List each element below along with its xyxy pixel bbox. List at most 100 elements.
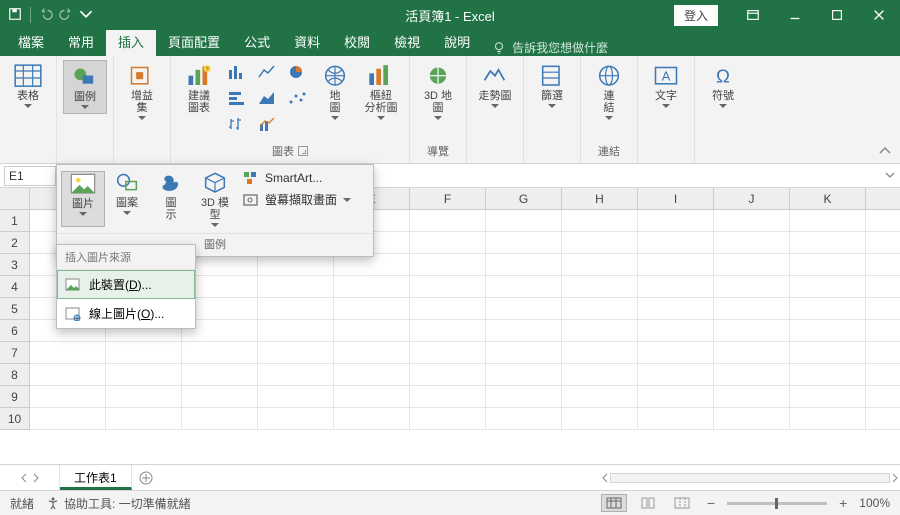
shapes-button[interactable]: 圖案 [105,171,149,227]
sheet-tab[interactable]: 工作表1 [60,465,132,490]
addins-button[interactable]: 增益 集 [120,60,164,124]
svg-text:Ω: Ω [716,66,730,87]
3d-map-button[interactable]: 3D 地 圖 [416,60,460,124]
pie-chart-icon[interactable] [283,60,311,84]
add-sheet-button[interactable] [132,465,160,490]
pivot-chart-button[interactable]: 樞紐 分析圖 [359,60,403,124]
lightbulb-icon [492,41,506,55]
symbols-button[interactable]: Ω 符號 [701,60,745,112]
sheet-prev-icon[interactable] [20,473,28,483]
this-device-menu-item[interactable]: 此裝置(D)... [57,270,195,299]
row-header[interactable]: 4 [0,276,30,298]
status-ready: 就緒 [10,495,34,512]
row-header[interactable]: 6 [0,320,30,342]
zoom-out-button[interactable]: − [703,495,719,511]
tab-pagelayout[interactable]: 頁面配置 [156,27,232,56]
col-header[interactable]: I [638,188,714,209]
col-header[interactable]: F [410,188,486,209]
chevron-down-icon [434,116,442,120]
tab-formulas[interactable]: 公式 [232,27,282,56]
tab-data[interactable]: 資料 [282,27,332,56]
3d-models-button[interactable]: 3D 模 型 [193,171,237,227]
combo-chart-icon[interactable] [253,112,281,136]
zoom-slider[interactable] [727,502,827,505]
window-title: 活頁簿1 - Excel [405,6,495,25]
col-header[interactable]: H [562,188,638,209]
tables-button[interactable]: 表格 [6,60,50,112]
expand-formula-bar-icon[interactable] [884,169,896,183]
undo-icon[interactable] [39,7,53,24]
login-button[interactable]: 登入 [674,5,718,26]
tab-review[interactable]: 校閱 [332,27,382,56]
accessibility-status[interactable]: 協助工具: 一切準備就緒 [46,495,191,512]
minimize-icon[interactable] [774,0,816,30]
group-filters: 篩選 [524,56,581,163]
charts-dialog-launcher[interactable] [298,146,308,156]
smartart-button[interactable]: SmartArt... [243,171,351,185]
horizontal-scrollbar[interactable] [600,465,900,490]
sheet-next-icon[interactable] [32,473,40,483]
zoom-in-button[interactable]: + [835,495,851,511]
row-header[interactable]: 1 [0,210,30,232]
collapse-ribbon-icon[interactable] [878,145,892,159]
area-chart-icon[interactable] [253,86,281,110]
col-header[interactable]: J [714,188,790,209]
row-header[interactable]: 3 [0,254,30,276]
icons-button[interactable]: 圖 示 [149,171,193,227]
line-chart-icon[interactable] [253,60,281,84]
row-header[interactable]: 9 [0,386,30,408]
filters-button[interactable]: 篩選 [530,60,574,112]
col-header[interactable]: G [486,188,562,209]
redo-icon[interactable] [59,7,73,24]
col-header[interactable]: K [790,188,866,209]
save-icon[interactable] [8,7,22,24]
page-break-view-icon[interactable] [669,494,695,512]
tell-me-search[interactable]: 告訴我您想做什麼 [492,39,608,56]
tab-file[interactable]: 檔案 [6,27,56,56]
tab-view[interactable]: 檢視 [382,27,432,56]
maximize-icon[interactable] [816,0,858,30]
scroll-right-icon[interactable] [890,473,900,483]
page-layout-view-icon[interactable] [635,494,661,512]
row-header[interactable]: 8 [0,364,30,386]
row-header[interactable]: 2 [0,232,30,254]
online-pictures-menu-item[interactable]: 線上圖片(O)... [57,299,195,328]
pictures-button[interactable]: 圖片 [61,171,105,227]
chart-icon: ? [185,64,213,88]
tab-help[interactable]: 說明 [432,27,482,56]
chevron-down-icon [138,116,146,120]
recommended-charts-button[interactable]: ? 建議 圖表 [177,60,221,118]
maps-button[interactable]: 地 圖 [313,60,357,124]
group-tours: 3D 地 圖 導覽 [410,56,467,163]
sparklines-button[interactable]: 走勢圖 [473,60,517,112]
col-header[interactable]: L [866,188,900,209]
group-addins: 增益 集 [114,56,171,163]
sheet-nav[interactable] [0,465,60,490]
illustrations-button[interactable]: 圖例 [63,60,107,114]
tab-insert[interactable]: 插入 [106,27,156,56]
stock-chart-icon[interactable] [223,112,251,136]
name-box[interactable]: E1 [4,166,56,186]
zoom-level[interactable]: 100% [859,496,890,510]
globe-icon [321,64,349,88]
link-button[interactable]: 連 結 [587,60,631,124]
chevron-down-icon [24,104,32,108]
bar-chart-icon[interactable] [223,86,251,110]
group-symbols: Ω 符號 [695,56,751,163]
close-icon[interactable] [858,0,900,30]
normal-view-icon[interactable] [601,494,627,512]
row-header[interactable]: 7 [0,342,30,364]
text-button[interactable]: A 文字 [644,60,688,112]
row-header[interactable]: 10 [0,408,30,430]
chevron-down-icon [377,116,385,120]
scatter-chart-icon[interactable] [283,86,311,110]
chart-type-gallery [223,60,311,136]
scroll-left-icon[interactable] [600,473,610,483]
row-header[interactable]: 5 [0,298,30,320]
tab-home[interactable]: 常用 [56,27,106,56]
column-chart-icon[interactable] [223,60,251,84]
ribbon-display-options-icon[interactable] [732,0,774,30]
screenshot-button[interactable]: 螢幕擷取畫面 [243,191,351,208]
select-all-corner[interactable] [0,188,30,209]
qat-customize-icon[interactable] [79,7,93,24]
